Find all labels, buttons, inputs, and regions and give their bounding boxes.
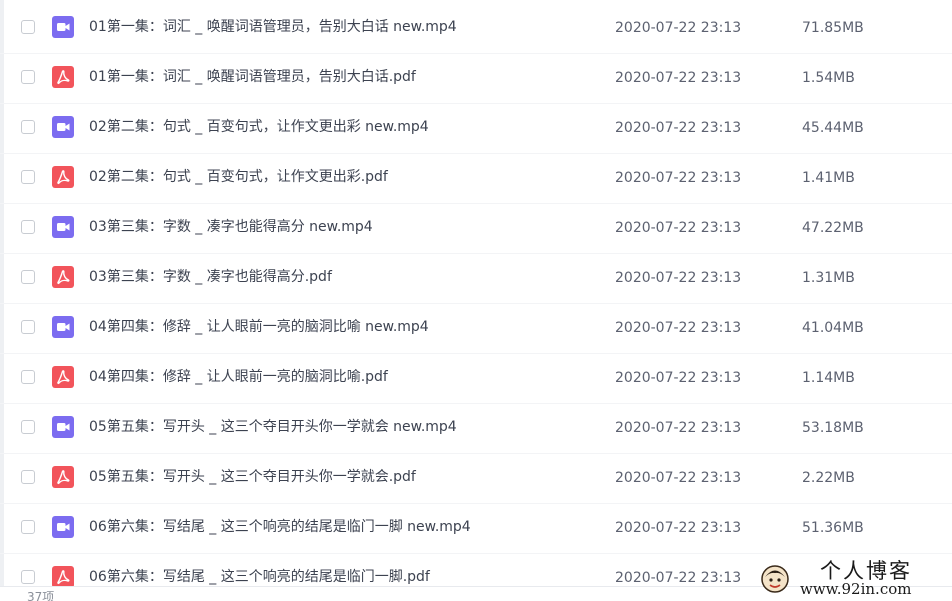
- watermark-title: 个人博客: [820, 559, 912, 583]
- file-modified-date: 2020-07-22 23:13: [615, 370, 742, 386]
- pdf-file-icon: [52, 66, 74, 88]
- file-name[interactable]: 02第二集：句式 _ 百变句式，让作文更出彩 new.mp4: [89, 118, 429, 136]
- select-checkbox[interactable]: [21, 370, 35, 384]
- video-file-icon: [52, 216, 74, 238]
- file-modified-date: 2020-07-22 23:13: [615, 270, 742, 286]
- file-size: 1.31MB: [802, 270, 855, 286]
- file-size: 41.04MB: [802, 320, 864, 336]
- select-checkbox[interactable]: [21, 320, 35, 334]
- pdf-file-icon: [52, 366, 74, 388]
- item-count: 37项: [27, 590, 55, 601]
- pdf-file-icon: [52, 266, 74, 288]
- select-checkbox[interactable]: [21, 420, 35, 434]
- file-size: 47.22MB: [802, 220, 864, 236]
- file-name[interactable]: 03第三集：字数 _ 凑字也能得高分.pdf: [89, 268, 332, 286]
- pdf-file-icon: [52, 566, 74, 588]
- file-row[interactable]: 05第五集：写开头 _ 这三个夺目开头你一学就会 new.mp4 2020-07…: [0, 404, 952, 454]
- file-size: 1.54MB: [802, 70, 855, 86]
- file-modified-date: 2020-07-22 23:13: [615, 420, 742, 436]
- watermark: 个人博客 www.92in.com: [760, 560, 950, 600]
- file-size: 1.14MB: [802, 370, 855, 386]
- select-checkbox[interactable]: [21, 520, 35, 534]
- file-row[interactable]: 01第一集：词汇 _ 唤醒词语管理员，告别大白话.pdf 2020-07-22 …: [0, 54, 952, 104]
- file-name[interactable]: 03第三集：字数 _ 凑字也能得高分 new.mp4: [89, 218, 373, 236]
- file-row[interactable]: 06第六集：写结尾 _ 这三个响亮的结尾是临门一脚 new.mp4 2020-0…: [0, 504, 952, 554]
- select-checkbox[interactable]: [21, 20, 35, 34]
- file-name[interactable]: 01第一集：词汇 _ 唤醒词语管理员，告别大白话 new.mp4: [89, 18, 457, 36]
- file-list-page: 01第一集：词汇 _ 唤醒词语管理员，告别大白话 new.mp4 2020-07…: [0, 0, 952, 601]
- file-size: 2.22MB: [802, 470, 855, 486]
- file-name[interactable]: 05第五集：写开头 _ 这三个夺目开头你一学就会 new.mp4: [89, 418, 457, 436]
- video-file-icon: [52, 316, 74, 338]
- file-name[interactable]: 06第六集：写结尾 _ 这三个响亮的结尾是临门一脚 new.mp4: [89, 518, 471, 536]
- file-row[interactable]: 03第三集：字数 _ 凑字也能得高分 new.mp4 2020-07-22 23…: [0, 204, 952, 254]
- select-checkbox[interactable]: [21, 220, 35, 234]
- watermark-logo: [761, 565, 789, 593]
- file-size: 71.85MB: [802, 20, 864, 36]
- file-modified-date: 2020-07-22 23:13: [615, 70, 742, 86]
- file-modified-date: 2020-07-22 23:13: [615, 470, 742, 486]
- video-file-icon: [52, 16, 74, 38]
- watermark-url: www.92in.com: [800, 580, 912, 598]
- select-checkbox[interactable]: [21, 120, 35, 134]
- file-row[interactable]: 02第二集：句式 _ 百变句式，让作文更出彩 new.mp4 2020-07-2…: [0, 104, 952, 154]
- select-checkbox[interactable]: [21, 170, 35, 184]
- pdf-file-icon: [52, 166, 74, 188]
- select-checkbox[interactable]: [21, 70, 35, 84]
- file-row[interactable]: 04第四集：修辞 _ 让人眼前一亮的脑洞比喻.pdf 2020-07-22 23…: [0, 354, 952, 404]
- file-modified-date: 2020-07-22 23:13: [615, 320, 742, 336]
- file-size: 45.44MB: [802, 120, 864, 136]
- file-modified-date: 2020-07-22 23:13: [615, 220, 742, 236]
- file-name[interactable]: 04第四集：修辞 _ 让人眼前一亮的脑洞比喻 new.mp4: [89, 318, 429, 336]
- select-checkbox[interactable]: [21, 470, 35, 484]
- video-file-icon: [52, 516, 74, 538]
- video-file-icon: [52, 116, 74, 138]
- file-size: 1.41MB: [802, 170, 855, 186]
- file-name[interactable]: 06第六集：写结尾 _ 这三个响亮的结尾是临门一脚.pdf: [89, 568, 430, 586]
- select-checkbox[interactable]: [21, 570, 35, 584]
- file-modified-date: 2020-07-22 23:13: [615, 20, 742, 36]
- file-row[interactable]: 03第三集：字数 _ 凑字也能得高分.pdf 2020-07-22 23:13 …: [0, 254, 952, 304]
- video-file-icon: [52, 416, 74, 438]
- file-row[interactable]: 02第二集：句式 _ 百变句式，让作文更出彩.pdf 2020-07-22 23…: [0, 154, 952, 204]
- pdf-file-icon: [52, 466, 74, 488]
- file-name[interactable]: 01第一集：词汇 _ 唤醒词语管理员，告别大白话.pdf: [89, 68, 416, 86]
- file-row[interactable]: 04第四集：修辞 _ 让人眼前一亮的脑洞比喻 new.mp4 2020-07-2…: [0, 304, 952, 354]
- file-size: 51.36MB: [802, 520, 864, 536]
- file-row[interactable]: 01第一集：词汇 _ 唤醒词语管理员，告别大白话 new.mp4 2020-07…: [0, 4, 952, 54]
- file-name[interactable]: 02第二集：句式 _ 百变句式，让作文更出彩.pdf: [89, 168, 388, 186]
- file-list: 01第一集：词汇 _ 唤醒词语管理员，告别大白话 new.mp4 2020-07…: [0, 4, 952, 601]
- file-name[interactable]: 05第五集：写开头 _ 这三个夺目开头你一学就会.pdf: [89, 468, 416, 486]
- file-modified-date: 2020-07-22 23:13: [615, 120, 742, 136]
- file-modified-date: 2020-07-22 23:13: [615, 520, 742, 536]
- file-modified-date: 2020-07-22 23:13: [615, 170, 742, 186]
- file-size: 53.18MB: [802, 420, 864, 436]
- select-checkbox[interactable]: [21, 270, 35, 284]
- file-row[interactable]: 05第五集：写开头 _ 这三个夺目开头你一学就会.pdf 2020-07-22 …: [0, 454, 952, 504]
- file-name[interactable]: 04第四集：修辞 _ 让人眼前一亮的脑洞比喻.pdf: [89, 368, 388, 386]
- file-modified-date: 2020-07-22 23:13: [615, 570, 742, 586]
